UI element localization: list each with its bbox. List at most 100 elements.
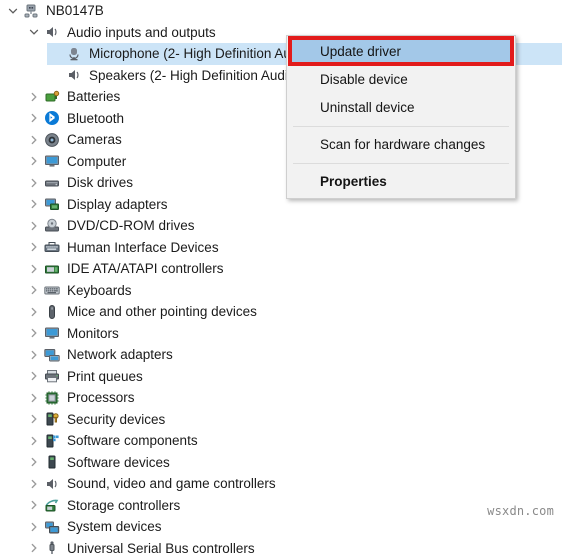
disk-drive-icon	[42, 174, 62, 192]
tree-item-monitors[interactable]: Monitors	[0, 323, 562, 345]
chevron-right-icon[interactable]	[25, 430, 42, 451]
tree-item-label: Sound, video and game controllers	[67, 475, 276, 492]
computer-node-icon	[21, 2, 41, 20]
tree-item-mice-and-other-pointing-devices[interactable]: Mice and other pointing devices	[0, 301, 562, 323]
tree-root-node[interactable]: NB0147B	[0, 0, 562, 22]
tree-item-label: Universal Serial Bus controllers	[67, 540, 255, 557]
chevron-right-icon[interactable]	[25, 495, 42, 516]
tree-item-label: Storage controllers	[67, 497, 180, 514]
tree-item-print-queues[interactable]: Print queues	[0, 366, 562, 388]
speaker-icon	[42, 475, 62, 493]
chevron-right-icon[interactable]	[25, 516, 42, 537]
tree-item-label: Disk drives	[67, 174, 133, 191]
battery-icon	[42, 88, 62, 106]
tree-item-label: Software devices	[67, 454, 170, 471]
chevron-right-icon[interactable]	[25, 237, 42, 258]
optical-drive-icon	[42, 217, 62, 235]
menu-item-uninstall-device[interactable]: Uninstall device	[287, 94, 515, 122]
tree-item-storage-controllers[interactable]: Storage controllers	[0, 495, 562, 517]
tree-item-label: Software components	[67, 432, 198, 449]
speaker-icon	[64, 66, 84, 84]
chevron-right-icon[interactable]	[25, 452, 42, 473]
chevron-right-icon[interactable]	[25, 473, 42, 494]
processor-icon	[42, 389, 62, 407]
keyboard-icon	[42, 281, 62, 299]
display-adapter-icon	[42, 195, 62, 213]
software-component-icon	[42, 432, 62, 450]
expander-placeholder	[47, 65, 64, 86]
tree-item-label: Print queues	[67, 368, 143, 385]
printer-icon	[42, 367, 62, 385]
tree-item-label: NB0147B	[46, 2, 104, 19]
chevron-down-icon[interactable]	[4, 0, 21, 21]
chevron-right-icon[interactable]	[25, 129, 42, 150]
storage-controller-icon	[42, 496, 62, 514]
bluetooth-icon	[42, 109, 62, 127]
chevron-right-icon[interactable]	[25, 108, 42, 129]
security-device-icon	[42, 410, 62, 428]
tree-item-label: Human Interface Devices	[67, 239, 219, 256]
tree-item-human-interface-devices[interactable]: Human Interface Devices	[0, 237, 562, 259]
tree-item-security-devices[interactable]: Security devices	[0, 409, 562, 431]
hid-icon	[42, 238, 62, 256]
tree-item-label: Batteries	[67, 88, 120, 105]
tree-item-label: Display adapters	[67, 196, 168, 213]
tree-item-label: Monitors	[67, 325, 119, 342]
system-device-icon	[42, 518, 62, 536]
chevron-right-icon[interactable]	[25, 344, 42, 365]
tree-item-label: Network adapters	[67, 346, 173, 363]
usb-icon	[42, 539, 62, 557]
menu-separator	[293, 163, 509, 164]
software-device-icon	[42, 453, 62, 471]
tree-item-label: DVD/CD-ROM drives	[67, 217, 195, 234]
tree-item-label: Processors	[67, 389, 135, 406]
menu-separator	[293, 126, 509, 127]
expander-placeholder	[47, 43, 64, 64]
menu-item-update-driver[interactable]: Update driver	[292, 38, 510, 66]
camera-icon	[42, 131, 62, 149]
tree-item-software-components[interactable]: Software components	[0, 430, 562, 452]
tree-item-software-devices[interactable]: Software devices	[0, 452, 562, 474]
chevron-right-icon[interactable]	[25, 538, 42, 559]
chevron-right-icon[interactable]	[25, 194, 42, 215]
chevron-right-icon[interactable]	[25, 172, 42, 193]
speaker-icon	[42, 23, 62, 41]
tree-item-label: System devices	[67, 518, 162, 535]
chevron-right-icon[interactable]	[25, 86, 42, 107]
tree-item-ide-ata-atapi-controllers[interactable]: IDE ATA/ATAPI controllers	[0, 258, 562, 280]
tree-item-label: Computer	[67, 153, 126, 170]
chevron-right-icon[interactable]	[25, 151, 42, 172]
tree-item-universal-serial-bus-controllers[interactable]: Universal Serial Bus controllers	[0, 538, 562, 559]
menu-item-properties[interactable]: Properties	[287, 168, 515, 196]
tree-item-system-devices[interactable]: System devices	[0, 516, 562, 538]
tree-item-label: Cameras	[67, 131, 122, 148]
ide-controller-icon	[42, 260, 62, 278]
tree-item-label: Bluetooth	[67, 110, 124, 127]
tree-item-network-adapters[interactable]: Network adapters	[0, 344, 562, 366]
chevron-right-icon[interactable]	[25, 215, 42, 236]
tree-item-label: Security devices	[67, 411, 165, 428]
chevron-down-icon[interactable]	[25, 22, 42, 43]
chevron-right-icon[interactable]	[25, 409, 42, 430]
menu-item-disable-device[interactable]: Disable device	[287, 66, 515, 94]
chevron-right-icon[interactable]	[25, 387, 42, 408]
chevron-right-icon[interactable]	[25, 301, 42, 322]
tree-item-keyboards[interactable]: Keyboards	[0, 280, 562, 302]
chevron-right-icon[interactable]	[25, 258, 42, 279]
monitor-icon	[42, 152, 62, 170]
watermark: wsxdn.com	[487, 504, 554, 518]
mouse-icon	[42, 303, 62, 321]
network-adapter-icon	[42, 346, 62, 364]
tree-item-dvd-cd-rom-drives[interactable]: DVD/CD-ROM drives	[0, 215, 562, 237]
tree-item-label: Audio inputs and outputs	[67, 24, 216, 41]
context-menu[interactable]: Update driverDisable deviceUninstall dev…	[286, 35, 516, 199]
menu-item-scan-for-hardware-changes[interactable]: Scan for hardware changes	[287, 131, 515, 159]
tree-item-sound-video-and-game-controllers[interactable]: Sound, video and game controllers	[0, 473, 562, 495]
chevron-right-icon[interactable]	[25, 366, 42, 387]
chevron-right-icon[interactable]	[25, 323, 42, 344]
monitor-icon	[42, 324, 62, 342]
chevron-right-icon[interactable]	[25, 280, 42, 301]
tree-item-processors[interactable]: Processors	[0, 387, 562, 409]
tree-item-label: IDE ATA/ATAPI controllers	[67, 260, 224, 277]
tree-item-label: Mice and other pointing devices	[67, 303, 257, 320]
